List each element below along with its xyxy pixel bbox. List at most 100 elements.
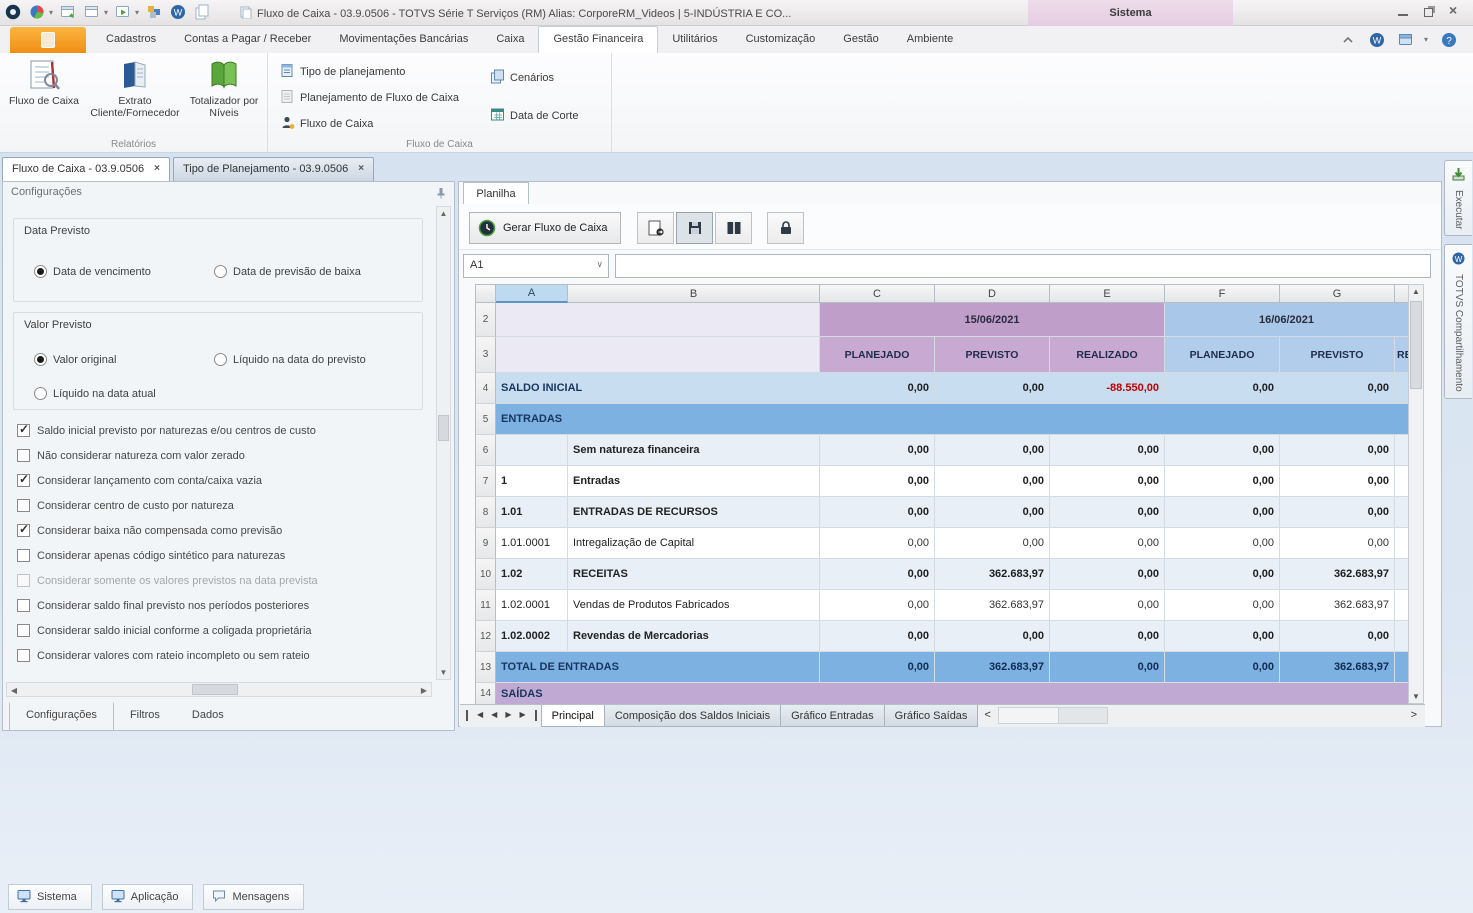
scroll-down-icon[interactable]: ▼	[1409, 692, 1423, 701]
row-header-12[interactable]: 12	[476, 621, 496, 652]
grid-cell[interactable]	[496, 303, 820, 337]
name-cell-vendas-de-produtos-fabricados[interactable]: Vendas de Produtos Fabricados	[568, 590, 820, 621]
value-cell[interactable]: 0,00	[1050, 559, 1165, 590]
value-cell[interactable]: 0,00	[1280, 435, 1395, 466]
value-cell[interactable]: 0,00	[1165, 590, 1280, 621]
valor-previsto-option-liquido-na-data-atual[interactable]: Líquido na data atual	[34, 387, 156, 400]
chevron-down-icon[interactable]: ▾	[1424, 35, 1428, 44]
checkbox-considerar-centro-de-custo-por-natureza[interactable]: Considerar centro de custo por natureza	[17, 499, 234, 512]
column-header-a[interactable]: A	[496, 285, 568, 303]
scrollbar-thumb[interactable]	[1410, 301, 1422, 389]
sheet-tab-grafico-entradas[interactable]: Gráfico Entradas	[780, 705, 885, 727]
new-window-icon[interactable]	[59, 3, 77, 21]
sheet-tab-grafico-saidas[interactable]: Gráfico Saídas	[884, 705, 979, 727]
row-header-10[interactable]: 10	[476, 559, 496, 590]
value-cell[interactable]: 0,00	[1050, 621, 1165, 652]
grid-cell[interactable]	[1395, 373, 1409, 404]
column-header-b[interactable]: B	[568, 285, 820, 303]
chevron-down-icon[interactable]: ▾	[135, 8, 139, 17]
column-header-g[interactable]: G	[1280, 285, 1395, 303]
dock-tab-totvs-compartilhamento[interactable]: WTOTVS Compartilhamento	[1444, 244, 1472, 399]
code-cell[interactable]: 1.02	[496, 559, 568, 590]
sheet-last-icon[interactable]	[530, 710, 537, 721]
close-icon[interactable]: ×	[154, 163, 160, 181]
ribbon-tab-contas-a-pagar-receber[interactable]: Contas a Pagar / Receber	[170, 26, 325, 53]
column-header-c[interactable]: C	[820, 285, 935, 303]
scrollbar-thumb[interactable]	[192, 684, 238, 695]
value-cell[interactable]: 0,00	[820, 528, 935, 559]
grid-cell[interactable]	[1395, 590, 1409, 621]
generate-cashflow-button[interactable]: Gerar Fluxo de Caixa	[469, 212, 621, 244]
value-cell[interactable]: 0,00	[820, 559, 935, 590]
tipo-de-planejamento-button[interactable]: Tipo de planejamento	[280, 63, 405, 81]
value-cell[interactable]: 0,00	[820, 435, 935, 466]
checkbox-considerar-valores-com-rateio-incompleto-ou-sem-rateio[interactable]: Considerar valores com rateio incompleto…	[17, 649, 310, 662]
section-row-entradas[interactable]: ENTRADAS	[496, 404, 1409, 435]
value-cell[interactable]: 0,00	[820, 590, 935, 621]
sheet-last-icon[interactable]: ▶	[515, 705, 529, 727]
name-cell-sem-natureza-financeira[interactable]: Sem natureza financeira	[568, 435, 820, 466]
row-header-3[interactable]: 3	[476, 337, 496, 373]
value-cell[interactable]: 362.683,97	[935, 559, 1050, 590]
valor-previsto-option-liquido-na-data-do-previsto[interactable]: Líquido na data do previsto	[214, 353, 366, 366]
collapse-ribbon-icon[interactable]	[1340, 31, 1357, 48]
close-icon[interactable]: ×	[358, 163, 364, 181]
row-header-6[interactable]: 6	[476, 435, 496, 466]
date-group-16-06-2021[interactable]: 16/06/2021	[1165, 303, 1409, 337]
valor-previsto-option-valor-original[interactable]: Valor original	[34, 353, 116, 366]
code-cell[interactable]: 1.02.0002	[496, 621, 568, 652]
radio-icon[interactable]	[34, 265, 47, 278]
checkbox-nao-considerar-natureza-com-valor-zerado[interactable]: Não considerar natureza com valor zerado	[17, 449, 245, 462]
protect-sheet-button[interactable]	[767, 212, 804, 244]
doc-tab-fluxo-de-caixa-03-9-0506[interactable]: Fluxo de Caixa - 03.9.0506×	[2, 157, 170, 181]
subheader-planejado-3[interactable]: PLANEJADO	[1165, 337, 1280, 373]
value-cell[interactable]: 0,00	[1165, 652, 1280, 683]
data-de-corte-button[interactable]: Data de Corte	[490, 107, 578, 125]
export-sheet-button[interactable]	[637, 212, 674, 244]
taskbar-button-mensagens[interactable]: Mensagens	[203, 884, 304, 910]
ribbon-tab-customizacao[interactable]: Customização	[732, 26, 830, 53]
subheader-planejado-0[interactable]: PLANEJADO	[820, 337, 935, 373]
checkbox-icon[interactable]	[17, 474, 30, 487]
close-button[interactable]: ×	[1449, 4, 1463, 18]
ribbon-tab-utilitarios[interactable]: Utilitários	[658, 26, 731, 53]
value-cell[interactable]: 0,00	[935, 497, 1050, 528]
panel-vertical-scrollbar[interactable]: ▲ ▼	[436, 206, 451, 680]
scroll-right-icon[interactable]: ▶	[417, 683, 431, 696]
subheader-previsto-4[interactable]: PREVISTO	[1280, 337, 1395, 373]
save-button[interactable]	[676, 212, 713, 244]
planejamento-de-fluxo-de-caixa-button[interactable]: Planejamento de Fluxo de Caixa	[280, 89, 459, 107]
radio-icon[interactable]	[214, 265, 227, 278]
value-cell[interactable]: 0,00	[820, 373, 935, 404]
value-cell[interactable]: 0,00	[935, 621, 1050, 652]
subheader-partial[interactable]: REALIZADO	[1395, 337, 1409, 373]
value-cell[interactable]: 0,00	[1165, 621, 1280, 652]
minimize-button[interactable]	[1398, 6, 1408, 16]
code-cell[interactable]: 1	[496, 466, 568, 497]
print-layout-button[interactable]	[715, 212, 752, 244]
section-row-saidas[interactable]: SAÍDAS	[496, 683, 1409, 705]
rm-logo-icon[interactable]: W	[169, 3, 187, 21]
row-header-9[interactable]: 9	[476, 528, 496, 559]
sheet-scroll-left-button[interactable]: <	[977, 705, 997, 727]
sheet-scroll-right-button[interactable]: >	[1403, 705, 1425, 727]
panel-horizontal-scrollbar[interactable]: ◀ ▶	[6, 682, 432, 697]
taskbar-button-sistema[interactable]: Sistema	[8, 884, 92, 910]
row-header-13[interactable]: 13	[476, 652, 496, 683]
pie-menu-icon[interactable]	[28, 3, 46, 21]
sheet-prev-icon[interactable]: ◀	[487, 705, 501, 727]
subheader-previsto-1[interactable]: PREVISTO	[935, 337, 1050, 373]
chevron-down-icon[interactable]: ▾	[104, 8, 108, 17]
scroll-left-icon[interactable]: ◀	[7, 683, 21, 696]
pin-icon[interactable]	[434, 186, 448, 200]
cube-icon[interactable]	[145, 3, 163, 21]
window-layout-icon[interactable]	[1398, 31, 1415, 48]
checkbox-considerar-saldo-inicial-conforme-a-coligada-proprietaria[interactable]: Considerar saldo inicial conforme a coli…	[17, 624, 312, 637]
name-cell-intregalizacao-de-capital[interactable]: Intregalização de Capital	[568, 528, 820, 559]
column-header-partial[interactable]	[1395, 285, 1409, 303]
column-header-e[interactable]: E	[1050, 285, 1165, 303]
value-cell[interactable]: 0,00	[1280, 373, 1395, 404]
subheader-realizado-2[interactable]: REALIZADO	[1050, 337, 1165, 373]
value-cell[interactable]: -88.550,00	[1050, 373, 1165, 404]
value-cell[interactable]: 0,00	[1050, 652, 1165, 683]
